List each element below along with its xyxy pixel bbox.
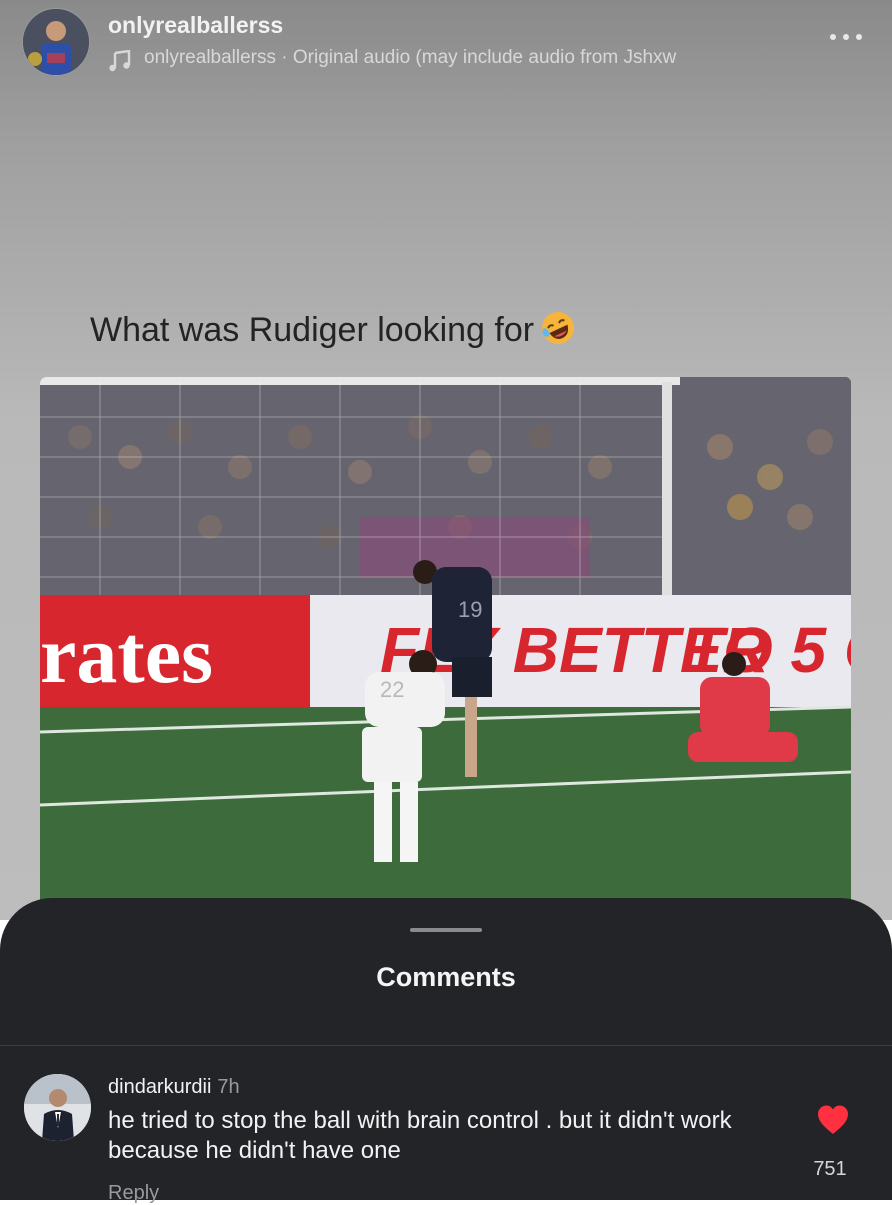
heart-icon[interactable]: [816, 1104, 850, 1136]
divider: [0, 1045, 892, 1046]
rolling-on-floor-laughing-emoji: [542, 312, 575, 344]
audio-attribution[interactable]: onlyrealballerss · Original audio (may i…: [144, 47, 676, 69]
ad-board-left-text: rates: [40, 609, 213, 700]
player-number-white: 22: [380, 677, 404, 702]
post-username[interactable]: onlyrealballerss: [108, 12, 283, 39]
comment-like-count: 751: [813, 1158, 847, 1180]
comment-username[interactable]: dindarkurdii: [108, 1076, 211, 1098]
comment-avatar[interactable]: [24, 1074, 91, 1141]
ad-board-right-text: TO 5 CIT: [685, 614, 851, 686]
commenter-avatar-image: [24, 1074, 91, 1141]
caption-text: What was Rudiger looking for: [90, 311, 535, 349]
sheet-drag-handle[interactable]: [410, 928, 482, 932]
comments-sheet: Comments dindarkurdii 7h he tried to stop…: [0, 898, 892, 1204]
player-number-dark: 19: [458, 597, 482, 622]
more-horizontal-icon[interactable]: [828, 30, 864, 44]
post-caption: What was Rudiger looking for: [90, 310, 576, 350]
comment-time: 7h: [217, 1076, 240, 1098]
avatar-image: [23, 9, 89, 75]
music-note-icon: [109, 50, 131, 72]
post-video[interactable]: rates FLY BETTER TO 5 CIT 22 19: [40, 377, 851, 907]
reply-button[interactable]: Reply: [108, 1182, 159, 1205]
profile-avatar[interactable]: [22, 8, 90, 76]
video-frame: rates FLY BETTER TO 5 CIT 22 19: [40, 377, 851, 907]
comment-author[interactable]: dindarkurdii 7h: [108, 1076, 240, 1099]
comments-title: Comments: [376, 962, 516, 992]
comment-text: he tried to stop the ball with brain con…: [108, 1107, 732, 1164]
